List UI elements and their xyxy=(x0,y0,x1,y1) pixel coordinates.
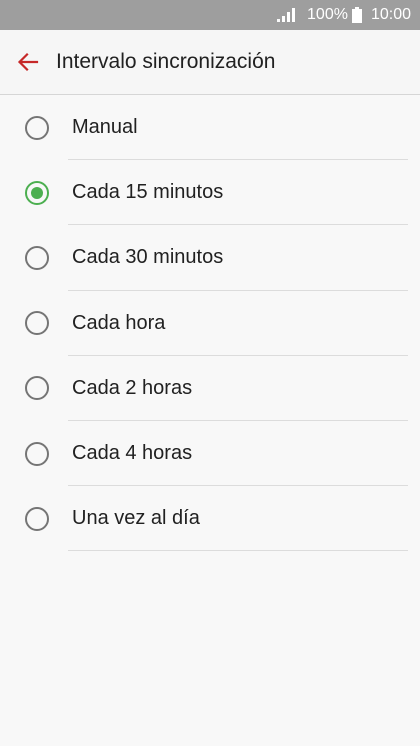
radio-button[interactable] xyxy=(25,245,49,270)
option-label: Cada 2 horas xyxy=(72,376,193,399)
option-once-a-day[interactable]: Una vez al día xyxy=(0,486,420,552)
status-time: 10:00 xyxy=(370,6,411,23)
sync-interval-options: Manual Cada 15 minutos Cada 30 minutos C… xyxy=(0,95,420,552)
signal-icon xyxy=(277,8,296,22)
option-30-minutes[interactable]: Cada 30 minutos xyxy=(0,225,420,291)
screen: 100% 10:00 Intervalo sincronización Manu… xyxy=(0,0,420,746)
radio-button[interactable] xyxy=(25,441,49,466)
option-label: Cada 15 minutos xyxy=(72,181,224,204)
battery-icon xyxy=(351,7,362,23)
option-hourly[interactable]: Cada hora xyxy=(0,291,420,356)
divider xyxy=(68,550,408,552)
radio-button[interactable] xyxy=(25,311,49,336)
option-label: Una vez al día xyxy=(72,507,200,530)
option-label: Cada 4 horas xyxy=(72,442,193,465)
battery-percentage: 100% xyxy=(307,6,348,23)
arrow-left-icon xyxy=(17,52,39,72)
radio-button-selected[interactable] xyxy=(25,180,49,205)
app-bar: Intervalo sincronización xyxy=(0,30,420,95)
option-label: Manual xyxy=(72,116,138,139)
option-2-hours[interactable]: Cada 2 horas xyxy=(0,356,420,421)
radio-button[interactable] xyxy=(25,115,49,140)
page-title: Intervalo sincronización xyxy=(56,50,276,73)
back-button[interactable] xyxy=(0,30,56,95)
option-manual[interactable]: Manual xyxy=(0,95,420,161)
radio-button[interactable] xyxy=(25,376,49,401)
radio-button[interactable] xyxy=(25,506,49,531)
option-4-hours[interactable]: Cada 4 horas xyxy=(0,421,420,487)
option-label: Cada 30 minutos xyxy=(72,246,224,269)
option-label: Cada hora xyxy=(72,311,166,334)
status-bar: 100% 10:00 xyxy=(0,0,420,30)
option-15-minutes[interactable]: Cada 15 minutos xyxy=(0,160,420,226)
